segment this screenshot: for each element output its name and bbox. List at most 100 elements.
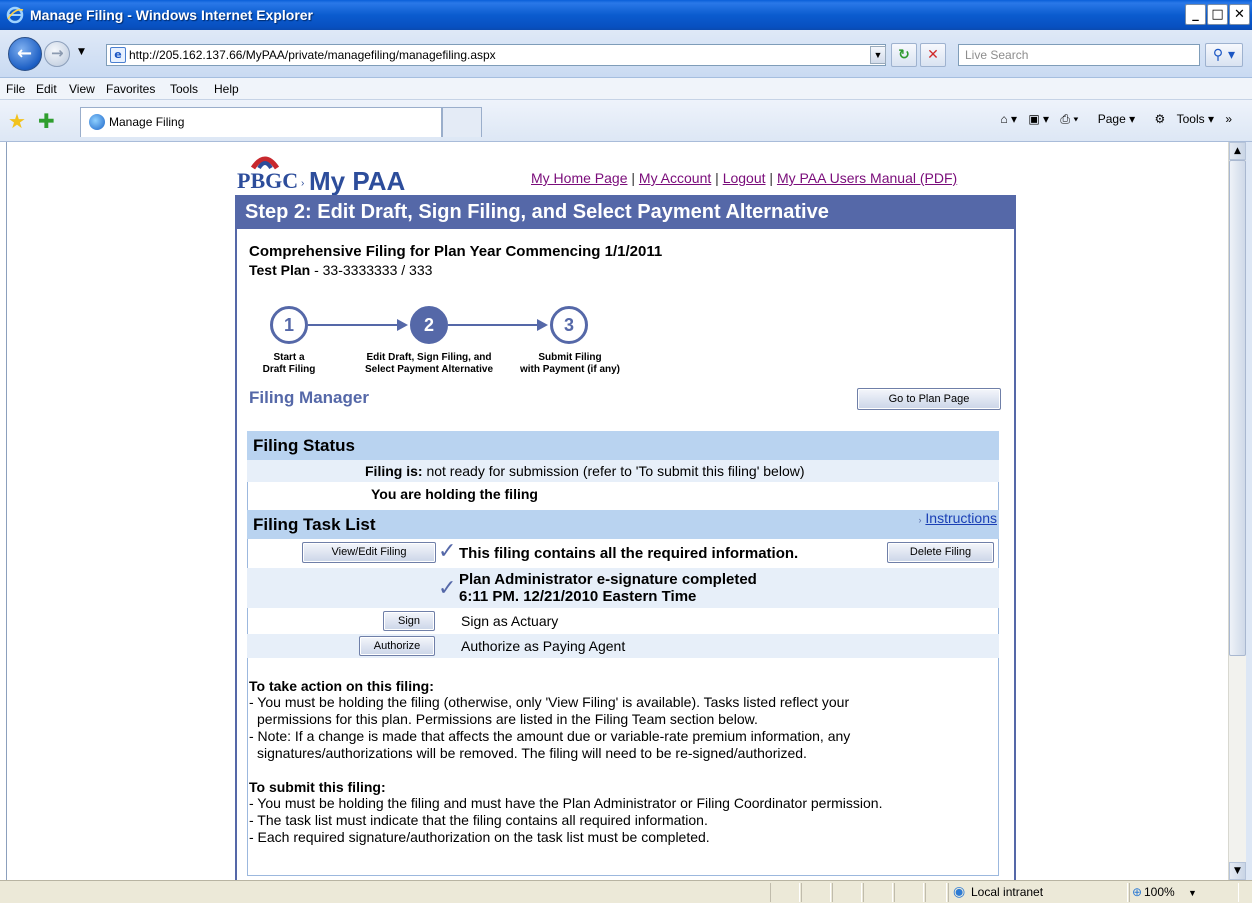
gear-icon: ⚙ <box>1154 112 1166 126</box>
step-banner: Step 2: Edit Draft, Sign Filing, and Sel… <box>235 195 1016 229</box>
page-menu-label: Page <box>1097 112 1126 126</box>
instructions-link[interactable]: Instructions <box>925 510 997 526</box>
forward-button[interactable]: → <box>44 41 70 67</box>
task-row-authorize: Authorize Authorize as Paying Agent <box>247 634 999 658</box>
go-to-plan-page-button[interactable]: Go to Plan Page <box>857 388 1001 410</box>
menu-file[interactable]: File <box>6 82 25 96</box>
step-3-circle: 3 <box>550 306 588 344</box>
internet-explorer-icon <box>6 6 24 24</box>
holding-row: You are holding the filing <box>247 483 999 506</box>
refresh-button[interactable]: ↻ <box>891 43 917 67</box>
submit-note-line: - The task list must indicate that the f… <box>249 812 708 828</box>
status-bar: ◉ Local intranet ⊕ 100% ▼ <box>0 880 1252 903</box>
tab-manage-filing[interactable]: Manage Filing <box>80 107 442 137</box>
filing-status-heading: Filing Status <box>247 431 999 460</box>
status-cell <box>770 883 800 902</box>
svg-text:PBGC: PBGC <box>237 168 298 193</box>
esignature-timestamp: 6:11 PM. 12/21/2010 Eastern Time <box>459 588 697 605</box>
zoom-icon: ⊕ <box>1132 885 1143 899</box>
tab-label: Manage Filing <box>109 115 185 129</box>
page-menu[interactable]: Page ▾ <box>1090 112 1135 126</box>
search-button[interactable]: ⚲ ▾ <box>1205 43 1243 67</box>
authorize-button[interactable]: Authorize <box>359 636 435 656</box>
menu-help[interactable]: Help <box>214 82 239 96</box>
plan-line: Test Plan - 33-3333333 / 333 <box>249 262 432 278</box>
filing-status-value: not ready for submission (refer to 'To s… <box>422 463 805 479</box>
menu-view[interactable]: View <box>69 82 95 96</box>
checkmark-icon: ✓ <box>438 576 457 601</box>
menu-tools[interactable]: Tools <box>170 82 198 96</box>
menu-bar: File Edit View Favorites Tools Help <box>0 78 1252 100</box>
filing-title: Comprehensive Filing for Plan Year Comme… <box>249 243 663 260</box>
filing-status-text: Filing is: not ready for submission (ref… <box>365 460 805 482</box>
link-separator: | <box>631 170 636 186</box>
top-links: My Home Page | My Account | Logout | My … <box>531 170 957 186</box>
menu-edit[interactable]: Edit <box>36 82 57 96</box>
checkmark-icon: ✓ <box>438 539 457 564</box>
back-button[interactable]: ← <box>8 37 42 71</box>
status-cell <box>801 883 831 902</box>
svg-text:›: › <box>301 178 304 189</box>
step-3-label-line2: with Payment (if any) <box>519 364 620 375</box>
my-home-page-link[interactable]: My Home Page <box>531 170 627 186</box>
window-frame <box>1246 142 1252 880</box>
action-note-line: signatures/authorizations will be remove… <box>257 745 807 761</box>
view-edit-filing-button[interactable]: View/Edit Filing <box>302 542 436 563</box>
window-title: Manage Filing - Windows Internet Explore… <box>30 7 314 23</box>
security-zone[interactable]: ◉ Local intranet <box>948 883 1128 902</box>
search-icon: ⚲ <box>1212 47 1224 63</box>
recent-pages-dropdown-icon[interactable]: ▼ <box>78 47 85 57</box>
add-favorites-icon[interactable]: ✚ <box>38 109 55 133</box>
forward-arrow-icon: → <box>51 44 64 62</box>
required-info-text: This filing contains all the required in… <box>459 545 799 562</box>
delete-filing-button[interactable]: Delete Filing <box>887 542 994 563</box>
task-row-esignature: ✓ Plan Administrator e-signature complet… <box>247 568 999 608</box>
minimize-button[interactable]: _ <box>1185 4 1206 25</box>
feeds-icon[interactable]: ▣ ▾ <box>1028 112 1049 126</box>
plan-name: Test Plan <box>249 262 311 278</box>
chevron-right-icon[interactable]: » <box>1225 112 1232 126</box>
page-viewport: PBGC › My PAA My Home Page | My Account … <box>6 142 1228 880</box>
scrollbar-thumb[interactable] <box>1229 160 1246 656</box>
step-2-label-line2: Select Payment Alternative <box>364 364 494 375</box>
stop-button[interactable]: ✕ <box>920 43 946 67</box>
search-input[interactable]: Live Search <box>958 44 1200 66</box>
tools-menu[interactable]: ⚙ Tools ▾ <box>1146 112 1213 126</box>
svg-text:My PAA: My PAA <box>309 166 406 196</box>
my-account-link[interactable]: My Account <box>639 170 711 186</box>
sign-button[interactable]: Sign <box>383 611 435 631</box>
filing-manager-heading: Filing Manager <box>249 388 369 407</box>
pbgc-my-paa-logo: PBGC › My PAA <box>237 156 406 196</box>
print-icon[interactable]: ⎙ ▾ <box>1060 112 1078 126</box>
scroll-down-icon[interactable]: ▼ <box>1229 862 1246 880</box>
task-list-heading: Filing Task List › Instructions <box>247 510 999 539</box>
plan-id: - 33-3333333 / 333 <box>310 262 433 278</box>
submit-note-line: - Each required signature/authorization … <box>249 829 710 845</box>
navigation-bar: ← → ▼ e http://205.162.137.66/MyPAA/priv… <box>0 30 1252 78</box>
zoom-control[interactable]: ⊕ 100% ▼ <box>1129 883 1239 902</box>
status-cell <box>925 883 947 902</box>
logout-link[interactable]: Logout <box>723 170 766 186</box>
address-dropdown-icon[interactable]: ▼ <box>870 46 886 64</box>
title-bar: Manage Filing - Windows Internet Explore… <box>0 0 1252 30</box>
new-tab-button[interactable] <box>442 107 482 137</box>
scroll-up-icon[interactable]: ▲ <box>1229 142 1246 160</box>
favorites-center-icon[interactable]: ★ <box>8 109 26 133</box>
users-manual-link[interactable]: My PAA Users Manual (PDF) <box>777 170 957 186</box>
globe-icon: ◉ <box>953 884 966 900</box>
esignature-status: Plan Administrator e-signature completed <box>459 571 757 588</box>
page-icon: e <box>110 47 126 63</box>
maximize-button[interactable]: □ <box>1207 4 1228 25</box>
tools-menu-label: Tools <box>1176 112 1205 126</box>
status-cell <box>832 883 862 902</box>
submit-notes-heading: To submit this filing: <box>249 779 386 795</box>
close-button[interactable]: ✕ <box>1229 4 1250 25</box>
address-bar[interactable]: e http://205.162.137.66/MyPAA/private/ma… <box>106 44 886 66</box>
vertical-scrollbar[interactable]: ▲ ▼ <box>1228 142 1246 880</box>
chevron-down-icon: ▼ <box>1188 888 1197 898</box>
menu-favorites[interactable]: Favorites <box>106 82 155 96</box>
step-2-label-line1: Edit Draft, Sign Filing, and <box>366 352 492 363</box>
sign-as-actuary-label: Sign as Actuary <box>461 613 559 629</box>
home-icon[interactable]: ⌂ ▾ <box>1000 112 1017 126</box>
submit-note-line: - You must be holding the filing and mus… <box>249 795 883 811</box>
